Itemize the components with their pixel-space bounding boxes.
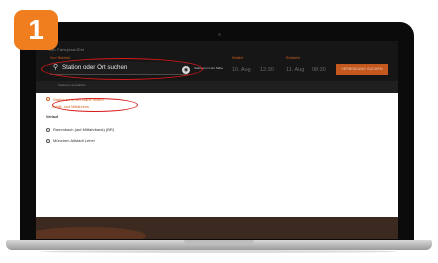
history-heading: Verlauf — [46, 115, 58, 119]
clock-icon — [46, 127, 50, 132]
history-item-label: Rammbach (auf Mitfahrbank) (BR) — [53, 127, 115, 132]
history-item-label: München Altstadt Lehel — [53, 138, 95, 143]
search-connection-button[interactable]: VERBINDUNG SUCHEN — [336, 64, 388, 75]
target-icon — [46, 97, 50, 101]
departure-time[interactable]: 12:30 — [260, 67, 274, 73]
station-field-label: Von / Bahnhof — [50, 56, 71, 60]
laptop-shadow — [40, 250, 398, 253]
search-field-highlight — [41, 58, 203, 80]
camera-icon — [218, 33, 221, 36]
history-item[interactable]: Rammbach (auf Mitfahrbank) (BR) — [46, 127, 114, 132]
toolbar-strip: Stationen auswählen — [36, 81, 398, 93]
laptop-notch — [184, 240, 254, 244]
footer-background — [36, 217, 398, 239]
return-label: Rückfahrt — [286, 56, 300, 60]
clock-icon — [46, 138, 50, 143]
history-item[interactable]: München Altstadt Lehel — [46, 138, 95, 143]
footer-glow — [36, 227, 146, 239]
step-number-badge: 1 — [14, 10, 58, 50]
departure-date[interactable]: 10. Aug — [232, 67, 251, 73]
departure-label: Hinfahrt — [232, 56, 244, 60]
category-highlight — [52, 98, 138, 112]
toolbar-text: Stationen auswählen — [58, 83, 86, 87]
return-date[interactable]: 11. Aug — [286, 67, 304, 73]
return-time[interactable]: 08:30 — [312, 67, 326, 73]
